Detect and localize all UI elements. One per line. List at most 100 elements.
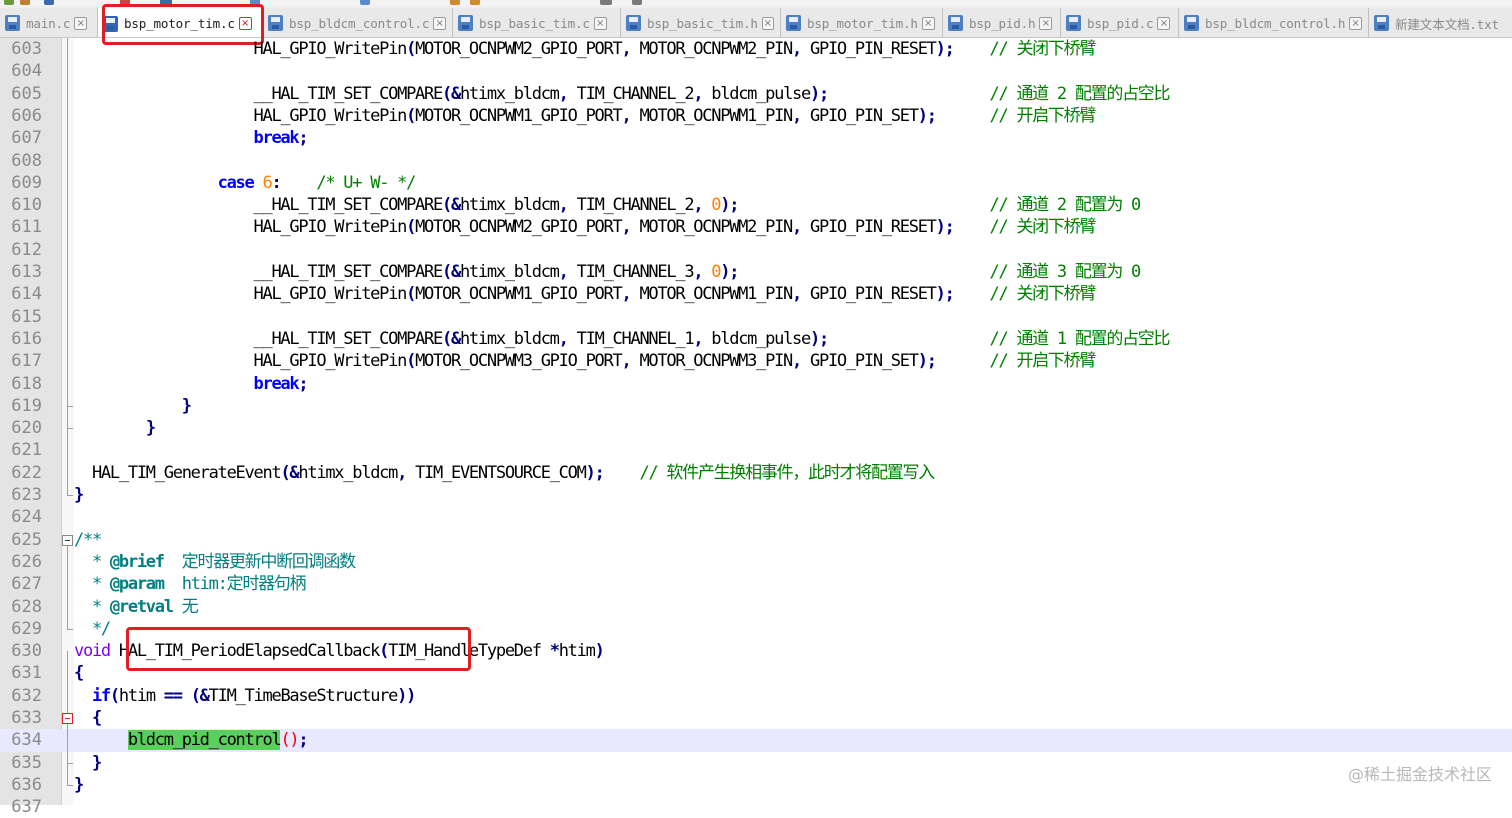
code-line[interactable]: 636} xyxy=(0,774,1512,796)
code-line[interactable]: 604 xyxy=(0,60,1512,82)
code-token: htimx_bldcm xyxy=(298,462,398,483)
close-tab-icon[interactable]: × xyxy=(921,16,935,30)
code-line[interactable]: 605 __HAL_TIM_SET_COMPARE(&htimx_bldcm, … xyxy=(0,83,1512,105)
watermark: @稀土掘金技术社区 xyxy=(1347,765,1492,784)
file-tab[interactable]: main.c × xyxy=(0,8,98,37)
code-editor[interactable]: 603 HAL_GPIO_WritePin(MOTOR_OCNPWM2_GPIO… xyxy=(0,38,1512,817)
code-line[interactable]: 626 * @brief 定时器更新中断回调函数 xyxy=(0,551,1512,573)
code-line[interactable]: 613 __HAL_TIM_SET_COMPARE(&htimx_bldcm, … xyxy=(0,261,1512,283)
code-line[interactable]: 611 HAL_GPIO_WritePin(MOTOR_OCNPWM2_GPIO… xyxy=(0,216,1512,238)
close-tab-icon[interactable]: × xyxy=(593,16,607,30)
code-line[interactable]: 631 { xyxy=(0,662,1512,684)
code-line[interactable]: 632 if(htim == (&TIM_TimeBaseStructure)) xyxy=(0,685,1512,707)
code-line[interactable]: 612 xyxy=(0,239,1512,261)
code-line[interactable]: 609 case 6: /* U+ W- */ xyxy=(0,172,1512,194)
code-token: , xyxy=(792,217,802,238)
file-tab[interactable]: bsp_bldcm_control.c × xyxy=(263,8,453,37)
code-line[interactable]: 625 /** xyxy=(0,529,1512,551)
code-line[interactable]: 603 HAL_GPIO_WritePin(MOTOR_OCNPWM2_GPIO… xyxy=(0,38,1512,60)
file-tab[interactable]: 新建文本文档.txt xyxy=(1369,8,1512,37)
code-line[interactable]: 627 * @param htim:定时器句柄 xyxy=(0,573,1512,595)
code-token: if xyxy=(91,685,111,706)
code-token: , xyxy=(792,351,802,372)
code-text: __HAL_TIM_SET_COMPARE(&htimx_bldcm, TIM_… xyxy=(74,328,1171,350)
line-number: 627 xyxy=(11,574,42,595)
code-line[interactable]: 616 __HAL_TIM_SET_COMPARE(&htimx_bldcm, … xyxy=(0,328,1512,350)
fold-end-tick xyxy=(67,785,73,787)
code-line[interactable]: 620 } xyxy=(0,417,1512,439)
code-line[interactable]: 635 } xyxy=(0,752,1512,774)
code-token: // 关闭下桥臂 xyxy=(989,39,1097,59)
code-line[interactable]: 634 bldcm_pid_control(); xyxy=(0,729,1512,752)
fold-end-tick xyxy=(67,628,73,630)
code-line[interactable]: 606 HAL_GPIO_WritePin(MOTOR_OCNPWM1_GPIO… xyxy=(0,105,1512,127)
fold-toggle-icon[interactable] xyxy=(62,713,73,724)
code-line[interactable]: 629 */ xyxy=(0,618,1512,640)
code-line[interactable]: 608 xyxy=(0,150,1512,172)
line-number: 637 xyxy=(11,797,42,818)
code-line[interactable]: 628 * @retval 无 xyxy=(0,596,1512,618)
code-line[interactable]: 637 xyxy=(0,796,1512,818)
code-token: htimx_bldcm xyxy=(459,195,560,216)
file-tab[interactable]: bsp_motor_tim.h × xyxy=(781,8,943,37)
file-tab[interactable]: bsp_pid.c × xyxy=(1061,8,1179,37)
code-text: HAL_GPIO_WritePin(MOTOR_OCNPWM1_GPIO_POR… xyxy=(74,283,1097,305)
line-number: 623 xyxy=(11,485,42,505)
file-tab[interactable]: bsp_pid.h × xyxy=(943,8,1061,37)
code-line[interactable]: 614 HAL_GPIO_WritePin(MOTOR_OCNPWM1_GPIO… xyxy=(0,283,1512,305)
code-line[interactable]: 621 xyxy=(0,439,1512,461)
line-number: 612 xyxy=(11,239,42,260)
line-number: 620 xyxy=(11,418,42,439)
code-line[interactable]: 619 } xyxy=(0,395,1512,417)
code-token: ); xyxy=(935,39,955,59)
code-token: HAL_GPIO_WritePin xyxy=(253,284,408,305)
code-token: @param xyxy=(109,574,165,595)
code-line[interactable]: 624 xyxy=(0,506,1512,528)
code-token: , xyxy=(693,328,703,349)
code-line[interactable]: 630 void HAL_TIM_PeriodElapsedCallback(TI… xyxy=(0,640,1512,662)
close-tab-icon[interactable]: × xyxy=(1039,16,1053,30)
code-line[interactable]: 615 xyxy=(0,306,1512,328)
code-token: TIM_HandleTypeDef xyxy=(388,641,550,662)
close-tab-icon[interactable]: × xyxy=(238,17,252,30)
code-line[interactable]: 622 HAL_TIM_GenerateEvent(&htimx_bldcm, … xyxy=(0,462,1512,484)
close-tab-icon[interactable]: × xyxy=(74,16,88,30)
code-line[interactable]: 618 break; xyxy=(0,373,1512,395)
close-tab-icon[interactable]: × xyxy=(1157,16,1171,30)
code-token: MOTOR_OCNPWM2_PIN xyxy=(630,39,793,59)
line-number: 633 xyxy=(11,708,42,728)
file-tab-label: main.c xyxy=(26,15,71,31)
code-text: break; xyxy=(74,127,309,149)
file-tab[interactable]: bsp_basic_tim.c × xyxy=(453,8,621,37)
code-line[interactable]: 607 break; xyxy=(0,127,1512,149)
file-tab[interactable]: bsp_basic_tim.h × xyxy=(621,8,781,37)
code-token: , xyxy=(792,39,802,59)
file-tab[interactable]: bsp_bldcm_control.h × xyxy=(1179,8,1369,37)
code-token: ) xyxy=(594,641,605,662)
file-tabs: main.c × bsp_motor_tim.c × bsp_bldcm_control… xyxy=(0,8,1512,37)
close-tab-icon[interactable]: × xyxy=(1349,16,1362,30)
fold-toggle-icon[interactable] xyxy=(62,534,73,546)
code-line[interactable]: 617 HAL_GPIO_WritePin(MOTOR_OCNPWM3_GPIO… xyxy=(0,350,1512,372)
fold-end-tick xyxy=(67,762,73,764)
close-tab-icon[interactable]: × xyxy=(761,16,774,30)
file-tab-label: bsp_motor_tim.c xyxy=(124,16,235,31)
code-token: TIM_TimeBaseStructure xyxy=(208,685,399,706)
close-tab-icon[interactable]: × xyxy=(433,16,446,30)
code-token: htimx_bldcm xyxy=(459,328,560,349)
code-line[interactable]: 610 __HAL_TIM_SET_COMPARE(&htimx_bldcm, … xyxy=(0,194,1512,216)
file-tab-label: bsp_bldcm_control.c xyxy=(289,15,430,31)
code-token: // 关闭下桥臂 xyxy=(989,284,1097,305)
code-line[interactable]: 633 { xyxy=(0,707,1512,729)
save-file-icon xyxy=(626,15,641,31)
file-tab[interactable]: bsp_motor_tim.c × xyxy=(98,8,263,37)
code-line[interactable]: 623} xyxy=(0,484,1512,506)
